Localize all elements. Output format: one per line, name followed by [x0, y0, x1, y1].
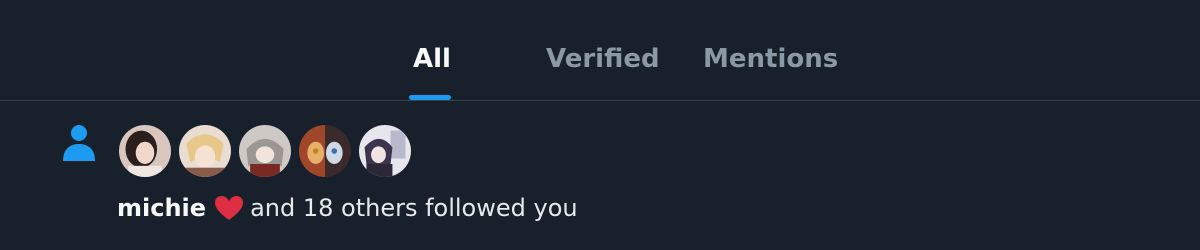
notification-message: and 18 others followed you [250, 194, 578, 222]
follower-name[interactable]: michie [117, 194, 206, 222]
avatar[interactable] [177, 123, 233, 179]
red-heart-icon [215, 196, 244, 220]
avatar[interactable] [237, 123, 293, 179]
tab-all[interactable]: All [413, 44, 451, 74]
notifications-page: All Verified Mentions michie and 18 othe… [0, 0, 1200, 250]
tab-verified[interactable]: Verified [546, 44, 660, 74]
tab-mentions[interactable]: Mentions [703, 44, 838, 74]
notification-text: michie and 18 others followed you [117, 194, 578, 222]
notification-tabs: All Verified Mentions [0, 0, 1200, 101]
avatar[interactable] [297, 123, 353, 179]
active-tab-indicator [409, 95, 451, 100]
person-icon [63, 125, 95, 161]
avatar[interactable] [357, 123, 413, 179]
avatar[interactable] [117, 123, 173, 179]
